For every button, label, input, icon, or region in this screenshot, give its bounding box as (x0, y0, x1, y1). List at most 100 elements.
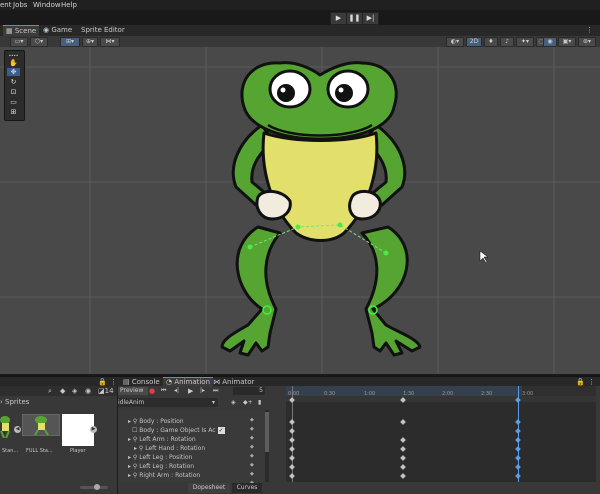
dopesheet-area[interactable] (286, 386, 596, 482)
label-icon[interactable]: ◈ (72, 387, 77, 395)
property-row[interactable]: ▸ ⚲ Body : Position (128, 418, 184, 425)
thumbnail-size-slider[interactable] (80, 484, 108, 490)
scene-camera-button[interactable]: ▣▾ (558, 37, 576, 47)
scale-tool-icon[interactable]: ⊡ (7, 88, 20, 96)
keyframe[interactable] (289, 419, 295, 425)
keyframe[interactable] (400, 437, 406, 443)
lock-icon[interactable]: 🔒 (98, 378, 107, 386)
add-keyframe-icon[interactable]: ◆+ (243, 399, 253, 406)
increment-snap-button[interactable]: ⋈▾ (100, 37, 120, 47)
keyframe[interactable] (289, 446, 295, 452)
sprite-label: Player (70, 448, 86, 454)
pause-button[interactable]: ❚❚ (346, 12, 363, 25)
play-anim-icon[interactable]: ▶ (188, 387, 193, 395)
toggle-2d-button[interactable]: 2D (466, 37, 482, 47)
menu-jobs[interactable]: Jobs (13, 1, 27, 9)
move-tool-icon[interactable]: ✥ (7, 68, 20, 76)
keyframe[interactable] (289, 464, 295, 470)
draw-mode-button[interactable]: ▭▾ (10, 37, 28, 47)
audio-icon[interactable]: ♪ (500, 37, 514, 47)
keyframe[interactable] (400, 455, 406, 461)
mouse-cursor-icon (479, 250, 489, 264)
preview-button[interactable]: Preview (118, 387, 148, 395)
keyframe[interactable] (515, 428, 521, 434)
menu-edit[interactable]: ent (0, 1, 12, 9)
keyframe[interactable] (289, 428, 295, 434)
property-row[interactable]: ▸ ⚲ Left Hand : Rotation (134, 445, 205, 452)
prev-key-icon[interactable]: ◂| (174, 387, 179, 394)
pivot-button[interactable]: ⊕▾ (82, 37, 98, 47)
camera-settings-button[interactable]: ◐▾ (446, 37, 464, 47)
property-row[interactable]: ▸ ⚲ Left Leg : Position (128, 454, 192, 461)
keyframe[interactable] (289, 437, 295, 443)
search-icon[interactable]: ⌕ (48, 387, 52, 396)
rotate-tool-icon[interactable]: ↻ (7, 78, 20, 86)
tab-scene[interactable]: ▦ Scene (3, 25, 40, 36)
property-scrollbar[interactable] (265, 410, 269, 482)
keyframe[interactable] (515, 473, 521, 479)
keyframe[interactable] (515, 464, 521, 470)
scrollbar-thumb[interactable] (265, 412, 269, 452)
keyframe[interactable] (515, 437, 521, 443)
sprite-thumb-full[interactable] (22, 414, 60, 436)
panel-menu-icon[interactable]: ⋮ (588, 378, 595, 386)
prev-arrow-icon[interactable]: ◀ (14, 426, 21, 433)
effects-icon[interactable]: ✦▾ (516, 37, 534, 47)
timeline-ruler[interactable]: 0:00 0:30 1:00 1:30 2:00 2:30 3:00 (286, 386, 596, 397)
record-icon[interactable]: ● (149, 387, 155, 395)
gizmos-button[interactable]: ⊛▾ (578, 37, 596, 47)
keyframe[interactable] (400, 419, 406, 425)
visibility-icon[interactable]: ◉ (543, 37, 557, 47)
gizmo-mode-button[interactable]: ⬡▾ (30, 37, 48, 47)
next-arrow-icon[interactable]: ▶ (90, 426, 97, 433)
filter-keys-icon[interactable]: ◈ (231, 399, 236, 406)
visibility-icon[interactable]: ◉ (85, 387, 91, 395)
sprite-thumb-partial[interactable] (0, 414, 16, 438)
first-key-icon[interactable]: ⏮ (161, 387, 166, 395)
scene-view[interactable] (0, 47, 600, 374)
frame-field[interactable]: 5 (233, 387, 265, 395)
keyframe[interactable] (400, 446, 406, 452)
keyframe[interactable] (400, 464, 406, 470)
clip-dropdown[interactable]: idleAnim ▾ (118, 398, 218, 407)
lighting-icon[interactable]: ♦ (484, 37, 498, 47)
animation-panel: Preview ● ⏮ ◂| ▶ |▸ ⏭ 5 idleAnim ▾ ◈ ◆+ ▮… (117, 386, 600, 494)
tab-game[interactable]: ◉ Game (40, 25, 75, 36)
menu-window[interactable]: Window (33, 1, 61, 9)
keyframe[interactable] (515, 419, 521, 425)
step-button[interactable]: ▶| (362, 12, 379, 25)
scene-canvas (0, 47, 600, 374)
property-row[interactable]: ▸ ⚲ Left Leg : Rotation (128, 463, 194, 470)
panel-menu-icon[interactable]: ⋮ (110, 378, 117, 386)
property-row[interactable]: ▸ ⚲ Left Arm : Rotation (128, 436, 196, 443)
play-button[interactable]: ▶ (330, 12, 347, 25)
sprites-breadcrumb[interactable]: › Sprites (0, 398, 29, 406)
tab-sprite-editor[interactable]: Sprite Editor (78, 25, 128, 36)
add-event-icon[interactable]: ▮ (258, 399, 261, 406)
keyframe[interactable] (515, 446, 521, 452)
filter-icon[interactable]: ◆ (60, 387, 65, 395)
property-row[interactable]: ▸ ⚲ Right Arm : Rotation (128, 472, 200, 479)
property-row[interactable]: ☐ Body : Game Object Is Ac ✓ (132, 427, 225, 434)
rect-tool-icon[interactable]: ▭ (7, 98, 20, 106)
events-row[interactable] (286, 396, 596, 402)
grid-snap-button[interactable]: ⊞▾ (60, 37, 80, 47)
keyframe[interactable] (515, 455, 521, 461)
tab-curves[interactable]: Curves (232, 483, 262, 493)
frog-sprite[interactable] (220, 61, 422, 357)
sprites-toolbar: ⌕ ◆ ◈ ◉ ◪14 (0, 386, 117, 396)
tab-dopesheet[interactable]: Dopesheet (188, 483, 230, 493)
next-key-icon[interactable]: |▸ (200, 387, 205, 394)
scene-tab-icon: ▦ (6, 27, 15, 35)
keyframe[interactable] (400, 473, 406, 479)
slider-handle[interactable] (94, 484, 100, 490)
transform-tool-icon[interactable]: ⊞ (7, 108, 20, 116)
tab-options-icon[interactable]: ⋮ (586, 26, 593, 34)
menu-help[interactable]: Help (61, 1, 77, 9)
lock-icon[interactable]: 🔒 (576, 378, 585, 386)
keyframe[interactable] (289, 455, 295, 461)
last-key-icon[interactable]: ⏭ (213, 387, 218, 395)
hand-tool-icon[interactable]: ✋ (7, 59, 20, 67)
row-menu-icons[interactable]: ◆◆◆◆◆◆◆◆ (250, 416, 254, 488)
keyframe[interactable] (289, 473, 295, 479)
